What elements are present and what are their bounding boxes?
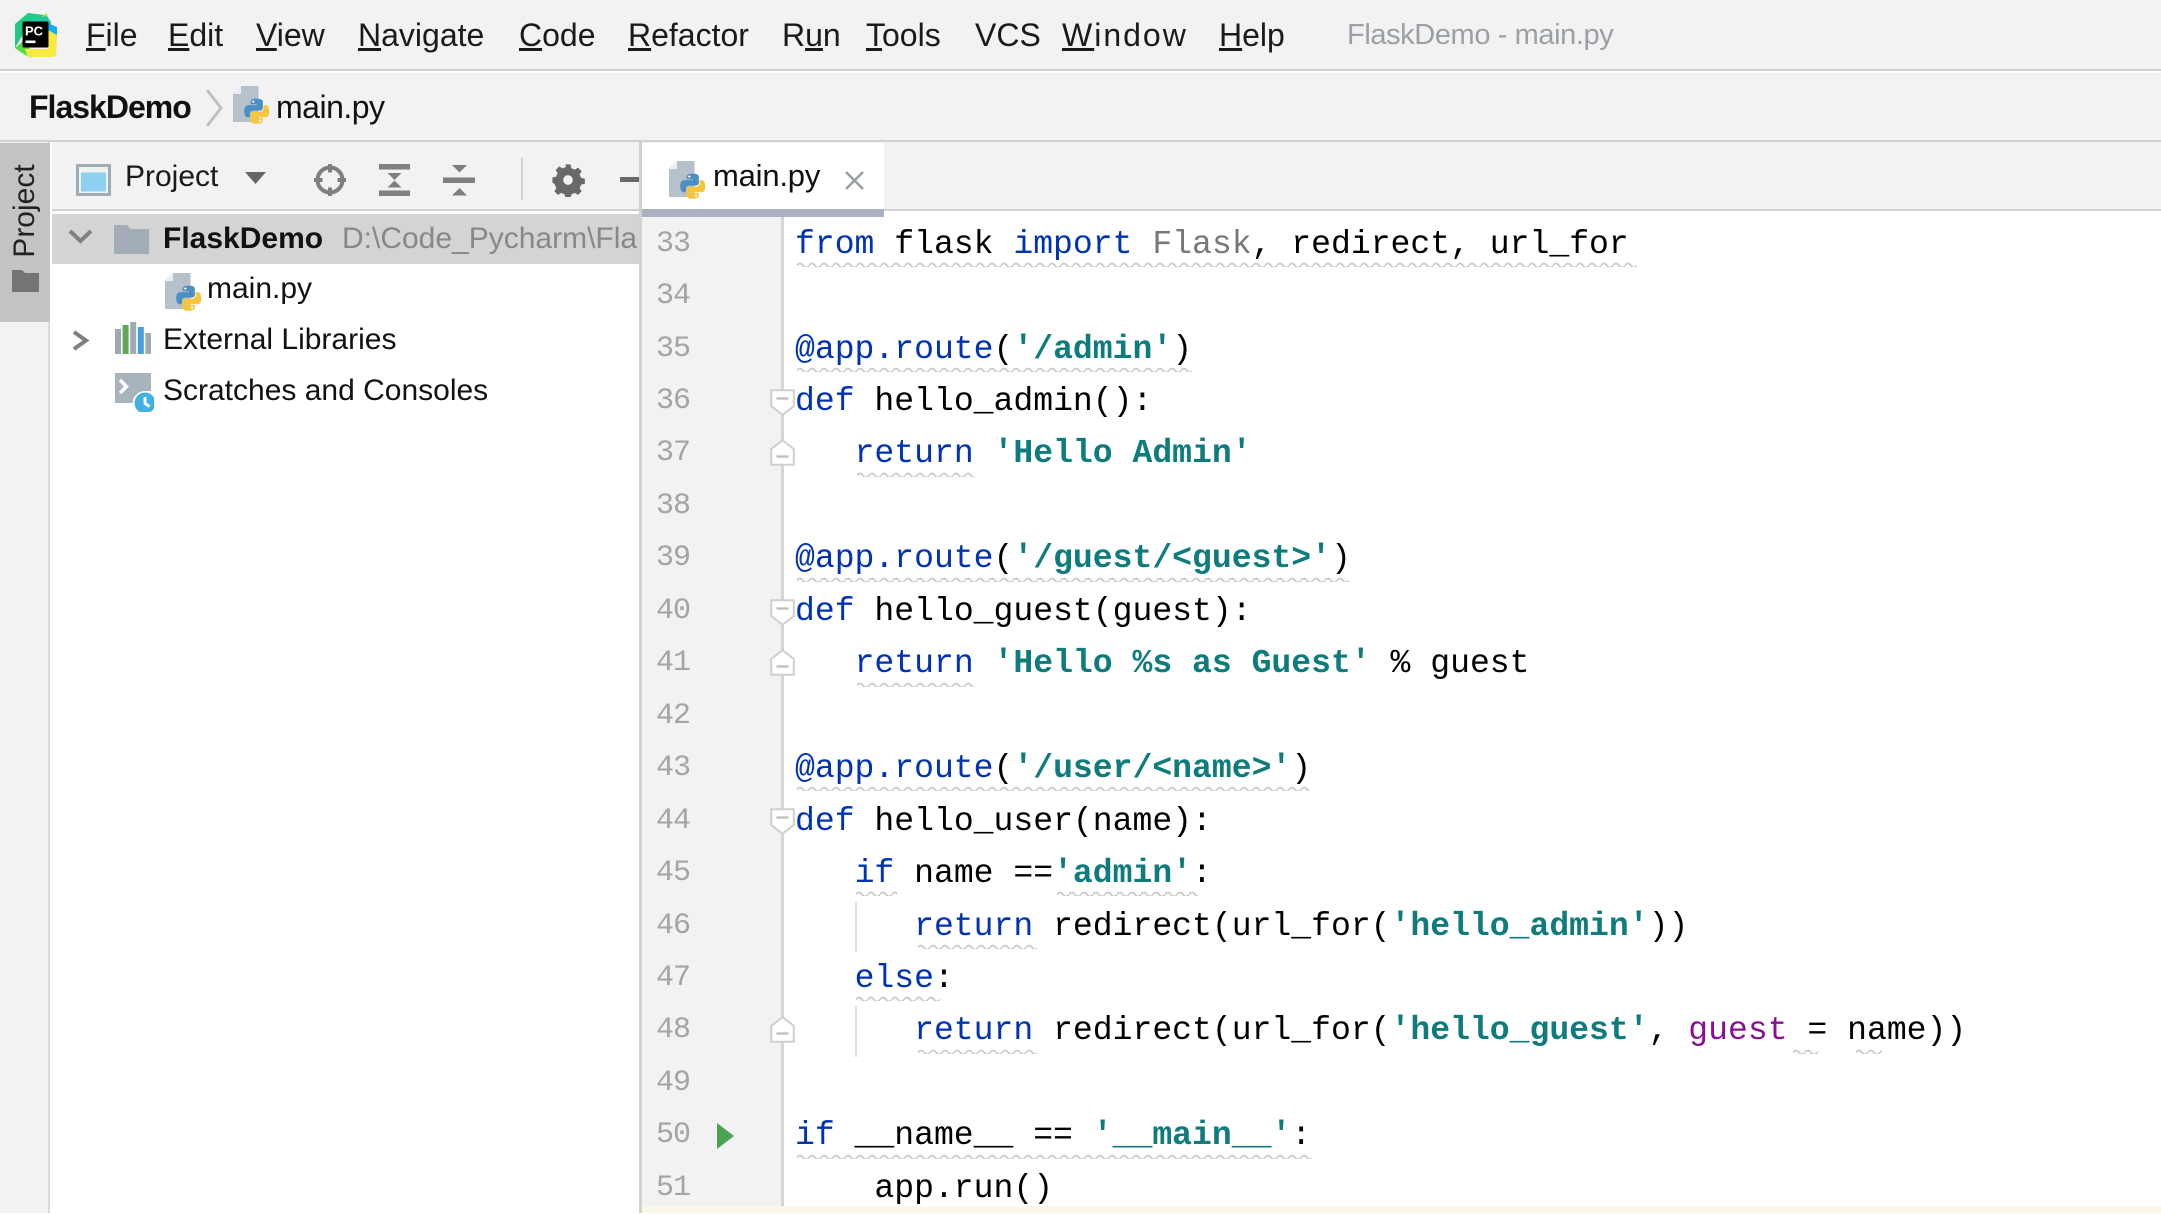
svg-text:PC: PC <box>25 24 44 39</box>
